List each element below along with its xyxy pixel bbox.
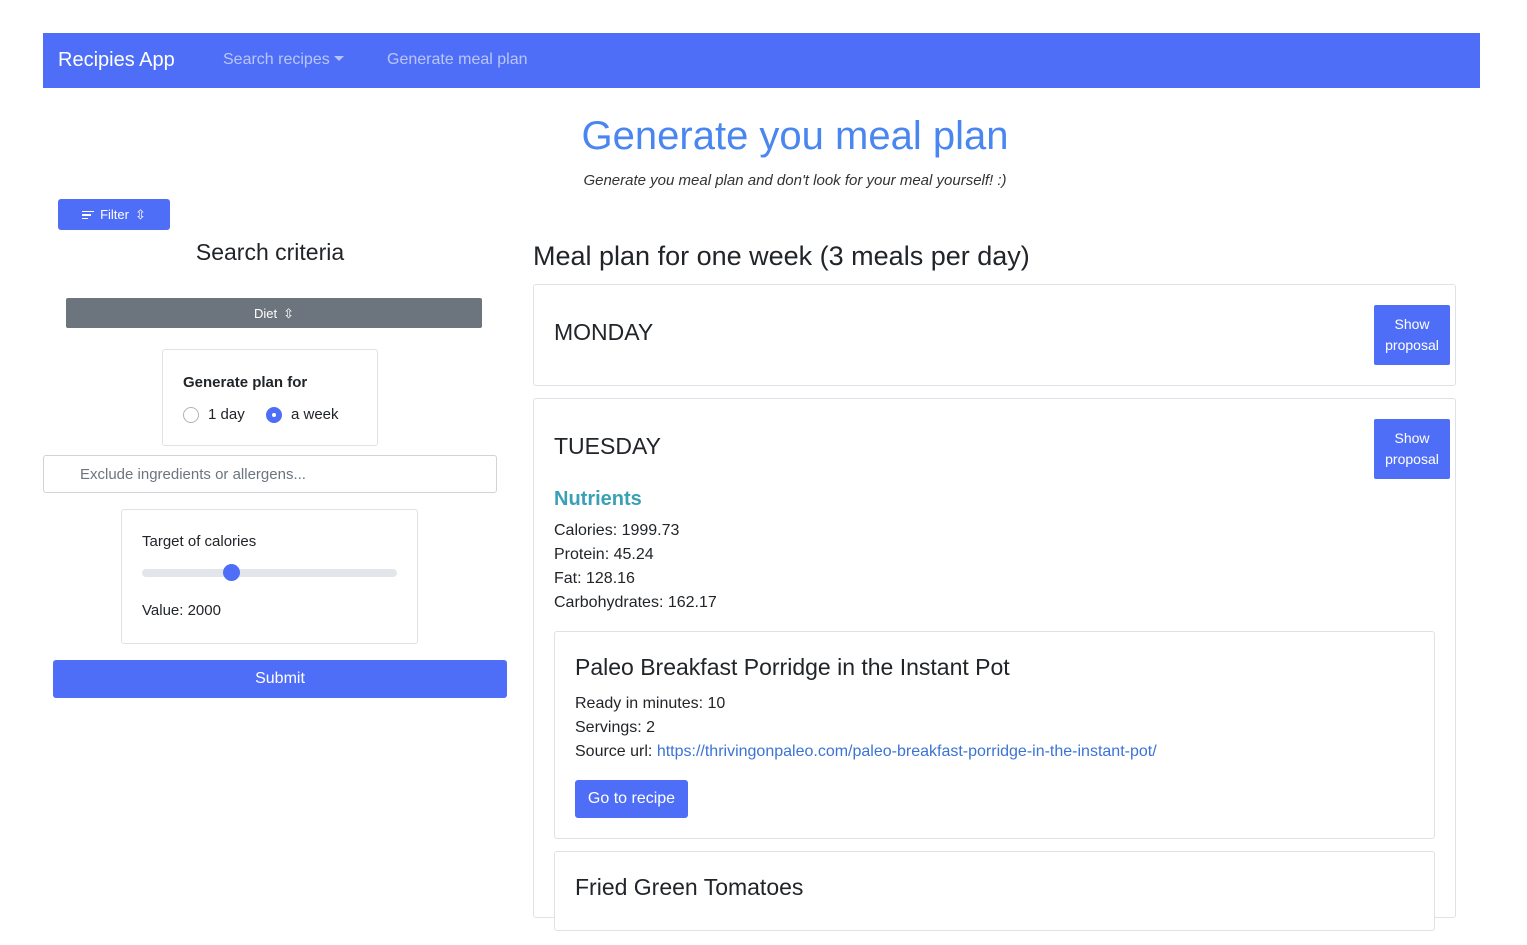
recipe-ready-time: Ready in minutes: 10	[575, 695, 726, 712]
radio-a-week-label: a week	[291, 406, 339, 423]
nutrients-heading: Nutrients	[554, 488, 642, 510]
exclude-ingredients-input[interactable]	[43, 455, 497, 493]
recipe-title: Paleo Breakfast Porridge in the Instant …	[575, 654, 1010, 680]
calories-slider-track[interactable]	[142, 569, 397, 577]
nutrient-protein: Protein: 45.24	[554, 546, 654, 563]
brand-link[interactable]: Recipies App	[58, 48, 175, 72]
plan-duration-box: Generate plan for 1 day a week	[162, 349, 378, 446]
generate-meal-plan-link[interactable]: Generate meal plan	[387, 50, 528, 70]
collapse-icon: ⇳	[134, 207, 146, 222]
day-card-monday: MONDAY Show proposal	[533, 284, 1456, 386]
recipe-source-label: Source url:	[575, 743, 653, 760]
recipe-card: Fried Green Tomatoes	[554, 851, 1435, 931]
radio-option-1-day[interactable]: 1 day	[183, 406, 245, 424]
recipe-card: Paleo Breakfast Porridge in the Instant …	[554, 631, 1435, 839]
calories-box: Target of calories Value: 2000	[121, 509, 418, 644]
navbar: Recipies App Search recipes Generate mea…	[43, 33, 1480, 88]
meal-plan-heading: Meal plan for one week (3 meals per day)	[533, 241, 1030, 271]
radio-a-week[interactable]	[266, 407, 282, 423]
plan-duration-label: Generate plan for	[183, 374, 308, 391]
recipe-source: Source url: https://thrivingonpaleo.com/…	[575, 743, 1157, 761]
recipe-servings: Servings: 2	[575, 719, 656, 736]
day-name: MONDAY	[554, 319, 654, 345]
search-recipes-dropdown[interactable]: Search recipes	[223, 50, 344, 70]
day-name: TUESDAY	[554, 433, 661, 459]
caret-down-icon	[333, 56, 344, 61]
recipe-title: Fried Green Tomatoes	[575, 874, 804, 900]
filter-button[interactable]: Filter ⇳	[58, 199, 170, 230]
show-proposal-button[interactable]: Show proposal	[1374, 419, 1450, 479]
calories-slider-thumb[interactable]	[222, 564, 240, 581]
calories-value: Value: 2000	[142, 602, 221, 619]
nutrient-carbohydrates: Carbohydrates: 162.17	[554, 594, 717, 611]
calories-label: Target of calories	[142, 533, 257, 550]
go-to-recipe-button[interactable]: Go to recipe	[575, 780, 688, 818]
filter-icon	[82, 210, 95, 220]
recipe-source-link[interactable]: https://thrivingonpaleo.com/paleo-breakf…	[657, 743, 1157, 760]
radio-1-day-label: 1 day	[208, 406, 245, 423]
filter-label: Filter	[100, 207, 129, 222]
diet-label: Diet	[253, 305, 278, 321]
show-proposal-button[interactable]: Show proposal	[1374, 305, 1450, 365]
nutrient-calories: Calories: 1999.73	[554, 522, 680, 539]
submit-button[interactable]: Submit	[53, 660, 507, 698]
search-recipes-label: Search recipes	[223, 51, 330, 68]
collapse-icon: ⇳	[283, 305, 295, 321]
diet-toggle-button[interactable]: Diet ⇳	[66, 298, 482, 328]
page-title: Generate you meal plan	[581, 114, 1009, 158]
day-card-tuesday: TUESDAY Show proposal Nutrients Calories…	[533, 398, 1456, 931]
page-subtitle: Generate you meal plan and don't look fo…	[583, 172, 1007, 189]
radio-option-a-week[interactable]: a week	[266, 406, 339, 424]
search-criteria-heading: Search criteria	[195, 239, 345, 265]
nutrient-fat: Fat: 128.16	[554, 570, 635, 587]
radio-1-day[interactable]	[183, 407, 199, 423]
